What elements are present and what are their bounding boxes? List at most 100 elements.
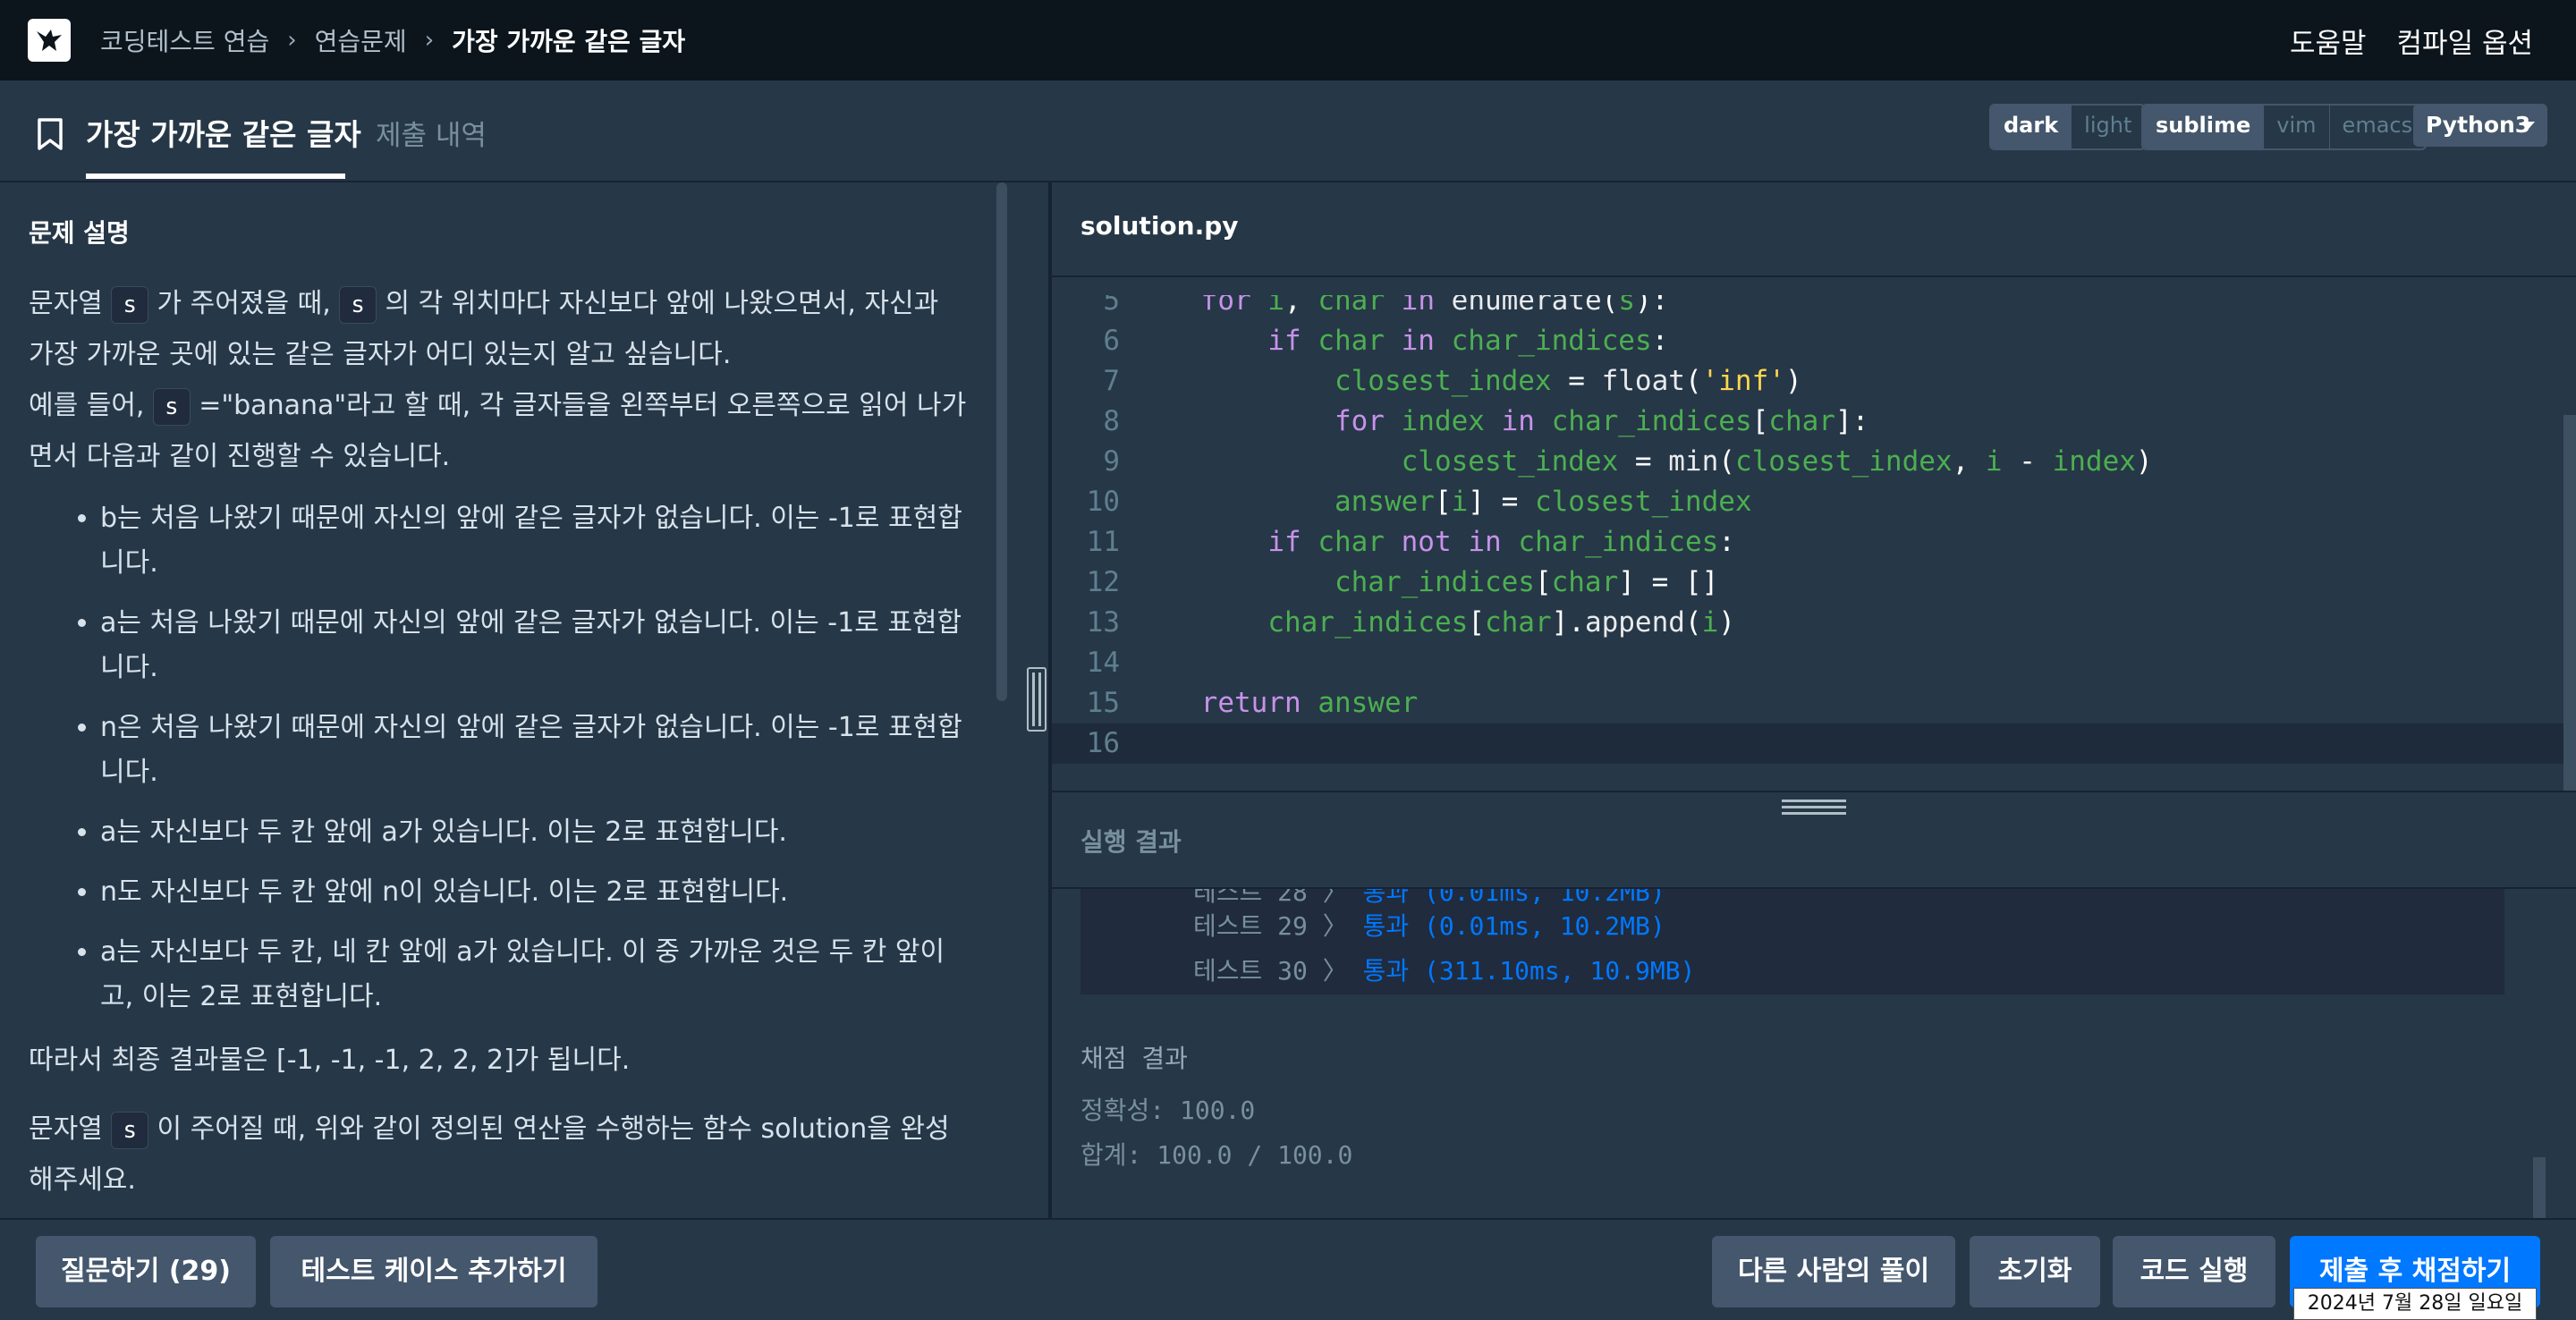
grading-accuracy: 정확성: 100.0 (1080, 1096, 1256, 1125)
line-number: 13 (1086, 606, 1120, 639)
text: 문자열 (29, 288, 112, 319)
list-item: a는 자신보다 두 칸, 네 칸 앞에 a가 있습니다. 이 중 가까운 것은 … (100, 930, 968, 1020)
code-line: 6 if char in char_indices: (1052, 321, 2563, 361)
code-line: 14 (1052, 643, 2563, 683)
line-number: 9 (1103, 445, 1120, 478)
code-line-text: if char not in char_indices: (1267, 526, 1735, 558)
code-line-text: for i, char in enumerate(s): (1200, 295, 1669, 317)
code-line: 11 if char not in char_indices: (1052, 522, 2563, 563)
code-line: 13 char_indices[char].append(i) (1052, 603, 2563, 643)
code-line-text: if char in char_indices: (1267, 325, 1669, 357)
others-solutions-button[interactable]: 다른 사람의 풀이 (1712, 1236, 1955, 1307)
add-testcase-button[interactable]: 테스트 케이스 추가하기 (270, 1236, 597, 1307)
top-nav: 코딩테스트 연습 › 연습문제 › 가장 가까운 같은 글자 도움말 컴파일 옵… (0, 0, 2576, 80)
table-row: 테스트 30 〉 통과 (311.10ms, 10.9MB) (1193, 952, 1695, 987)
chevron-right-icon: › (287, 27, 297, 54)
test-label: 테스트 28 (1193, 889, 1308, 907)
code-line: 12 char_indices[char] = [] (1052, 563, 2563, 603)
list-item: a는 처음 나왔기 때문에 자신의 앞에 같은 글자가 없습니다. 이는 -1로… (100, 601, 968, 690)
caret-down-icon (2522, 122, 2535, 129)
problem-paragraph-1: 문자열 s 가 주어졌을 때, s 의 각 위치마다 자신보다 앞에 나왔으면서… (29, 278, 968, 380)
divider (1052, 275, 2576, 277)
code-line-text: answer[i] = closest_index (1334, 486, 1752, 518)
inline-code-s: s (153, 388, 191, 426)
code-line: 10 answer[i] = closest_index (1052, 482, 2563, 522)
code-line-text: for index in char_indices[char]: (1334, 405, 1869, 437)
description-scrollbar[interactable] (996, 182, 1007, 701)
line-number: 16 (1086, 727, 1120, 759)
line-number: 7 (1103, 365, 1120, 397)
example-list: b는 처음 나왔기 때문에 자신의 앞에 같은 글자가 없습니다. 이는 -1로… (29, 496, 968, 1020)
list-item: b는 처음 나왔기 때문에 자신의 앞에 같은 글자가 없습니다. 이는 -1로… (100, 496, 968, 586)
code-line-text: closest_index = float('inf') (1334, 365, 1802, 397)
code-line-text: char_indices[char].append(i) (1267, 606, 1735, 639)
active-tab-indicator (86, 173, 345, 179)
language-select-value: Python3 (2426, 112, 2531, 138)
vertical-resize-handle[interactable] (1027, 667, 1046, 732)
line-number: 6 (1103, 325, 1120, 357)
grading-title: 채점 결과 (1080, 1044, 1188, 1073)
separator: 〉 (1322, 911, 1348, 941)
theme-dark-button[interactable]: dark (1991, 106, 2072, 148)
text: 가 주어졌을 때, (148, 288, 340, 319)
code-line: 5 for i, char in enumerate(s): (1052, 295, 2563, 321)
date-tooltip: 2024년 7월 28일 일요일 (2293, 1288, 2537, 1320)
table-row: 테스트 28 〉 통과 (0.01ms, 10.2MB) (1193, 889, 1665, 909)
breadcrumb-item-coding-test[interactable]: 코딩테스트 연습 (100, 22, 269, 58)
tab-bar: 가장 가까운 같은 글자 제출 내역 dark light sublime vi… (0, 80, 2576, 182)
test-results-box: 테스트 28 〉 통과 (0.01ms, 10.2MB) 테스트 29 〉 통과… (1080, 889, 2504, 994)
inline-code-s: s (111, 286, 148, 324)
compile-options-link[interactable]: 컴파일 옵션 (2397, 21, 2533, 61)
reset-button[interactable]: 초기화 (1970, 1236, 2100, 1307)
help-link[interactable]: 도움말 (2290, 21, 2367, 61)
problem-paragraph-3: 문자열 s 이 주어질 때, 위와 같이 정의된 연산을 수행하는 함수 sol… (29, 1104, 968, 1206)
line-number: 12 (1086, 566, 1120, 598)
code-line: 7 closest_index = float('inf') (1052, 361, 2563, 402)
problem-description-pane: 문제 설명 문자열 s 가 주어졌을 때, s 의 각 위치마다 자신보다 앞에… (0, 182, 1009, 1218)
language-select[interactable]: Python3 (2413, 104, 2547, 147)
tab-submissions[interactable]: 제출 내역 (376, 113, 487, 153)
test-label: 테스트 30 (1193, 956, 1308, 986)
test-status: 통과 (0.01ms, 10.2MB) (1362, 911, 1665, 941)
line-number: 11 (1086, 526, 1120, 558)
keymap-sublime-button[interactable]: sublime (2143, 106, 2264, 148)
problem-paragraph-2: 예를 들어, s ="banana"라고 할 때, 각 글자들을 왼쪽부터 오른… (29, 380, 968, 482)
list-item: n도 자신보다 두 칸 앞에 n이 있습니다. 이는 2로 표현합니다. (100, 870, 968, 915)
keymap-vim-button[interactable]: vim (2263, 106, 2328, 148)
code-editor[interactable]: 5 for i, char in enumerate(s): 6 if char… (1052, 295, 2563, 791)
inline-code-s: s (339, 286, 377, 324)
line-number: 8 (1103, 405, 1120, 437)
editor-pane: solution.py 5 for i, char in enumerate(s… (1052, 182, 2576, 1218)
bookmark-icon[interactable] (32, 116, 68, 152)
question-button[interactable]: 질문하기 (29) (36, 1236, 256, 1307)
test-status: 통과 (0.01ms, 10.2MB) (1362, 889, 1665, 907)
results-scrollbar[interactable] (2533, 1157, 2546, 1218)
separator: 〉 (1322, 889, 1348, 907)
test-label: 테스트 29 (1193, 911, 1308, 941)
text: 이 주어질 때, 위와 같이 정의된 연산을 수행하는 함수 solution을… (29, 1113, 950, 1196)
code-line-text: return answer (1200, 687, 1419, 719)
code-line: 8 for index in char_indices[char]: (1052, 402, 2563, 442)
editor-scrollbar[interactable] (2563, 415, 2576, 791)
keymap-emacs-button[interactable]: emacs (2328, 106, 2426, 148)
problem-final-result: 따라서 최종 결과물은 [-1, -1, -1, 2, 2, 2]가 됩니다. (29, 1045, 631, 1076)
breadcrumb-item-current: 가장 가까운 같은 글자 (452, 27, 686, 56)
tab-problem[interactable]: 가장 가까운 같은 글자 (86, 111, 361, 154)
line-number: 15 (1086, 687, 1120, 719)
code-line-text: char_indices[char] = [] (1334, 566, 1719, 598)
grading-total: 합계: 100.0 / 100.0 (1080, 1140, 1353, 1170)
keymap-toggle: sublime vim emacs (2141, 104, 2428, 150)
run-code-button[interactable]: 코드 실행 (2113, 1236, 2275, 1307)
results-header: 실행 결과 (1052, 791, 2576, 889)
problem-heading: 문제 설명 (29, 218, 130, 248)
code-line-active: 16 (1052, 723, 2563, 764)
list-item: a는 자신보다 두 칸 앞에 a가 있습니다. 이는 2로 표현합니다. (100, 810, 968, 855)
programmers-logo-icon[interactable] (28, 19, 71, 62)
theme-light-button[interactable]: light (2071, 106, 2144, 148)
line-number: 10 (1086, 486, 1120, 518)
text: 예를 들어, (29, 390, 154, 421)
breadcrumb-item-practice[interactable]: 연습문제 (315, 22, 407, 58)
line-number: 14 (1086, 647, 1120, 679)
line-number: 5 (1103, 295, 1120, 317)
list-item: n은 처음 나왔기 때문에 자신의 앞에 같은 글자가 없습니다. 이는 -1로… (100, 706, 968, 795)
